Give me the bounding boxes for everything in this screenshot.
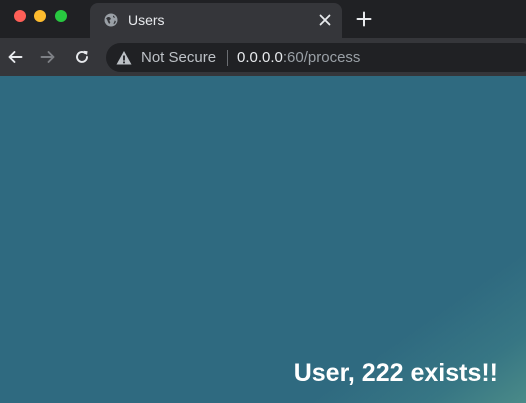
browser-window: Users Not Secure 0.0.0.0:60/process User… bbox=[0, 0, 526, 403]
address-bar-divider bbox=[227, 50, 228, 66]
warning-icon[interactable] bbox=[116, 50, 132, 66]
address-bar[interactable]: Not Secure 0.0.0.0:60/process bbox=[106, 43, 526, 72]
arrow-left-icon bbox=[8, 51, 23, 63]
globe-icon bbox=[104, 13, 118, 27]
window-minimize-button[interactable] bbox=[34, 10, 46, 22]
plus-icon bbox=[356, 11, 372, 27]
url-host: 0.0.0.0 bbox=[237, 49, 283, 66]
reload-icon bbox=[76, 50, 88, 63]
url-path: :60/process bbox=[282, 49, 361, 66]
tab-users[interactable]: Users bbox=[90, 3, 342, 38]
reload-button[interactable] bbox=[72, 47, 92, 67]
browser-toolbar: Not Secure 0.0.0.0:60/process bbox=[0, 38, 526, 76]
arrow-right-icon bbox=[40, 51, 55, 63]
page-content: User, 222 exists!! bbox=[0, 76, 526, 403]
window-close-button[interactable] bbox=[14, 10, 26, 22]
tab-title: Users bbox=[128, 12, 165, 28]
back-button[interactable] bbox=[5, 47, 25, 67]
window-maximize-button[interactable] bbox=[55, 10, 67, 22]
forward-button[interactable] bbox=[38, 47, 58, 67]
url-text[interactable]: 0.0.0.0:60/process bbox=[237, 49, 360, 66]
close-icon[interactable] bbox=[316, 11, 334, 29]
security-status-label[interactable]: Not Secure bbox=[141, 49, 216, 66]
new-tab-button[interactable] bbox=[355, 10, 373, 28]
status-message: User, 222 exists!! bbox=[293, 359, 498, 387]
tab-strip: Users bbox=[0, 0, 526, 38]
